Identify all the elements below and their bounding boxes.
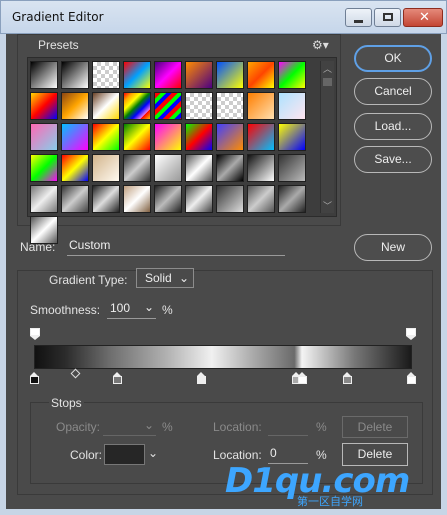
preset-swatch[interactable] <box>154 154 182 182</box>
preset-swatch[interactable] <box>123 185 151 213</box>
watermark-subtitle: 第一区自学网 <box>297 495 363 508</box>
preset-swatch[interactable] <box>216 61 244 89</box>
preset-swatch[interactable] <box>278 123 306 151</box>
preset-swatch[interactable] <box>61 185 89 213</box>
color-stop[interactable] <box>298 372 307 384</box>
maximize-button[interactable] <box>374 8 401 27</box>
close-button[interactable]: ✕ <box>403 8 443 27</box>
preset-swatch[interactable] <box>61 92 89 120</box>
color-location-label: Location: <box>213 448 262 462</box>
chevron-down-icon: ⌄ <box>178 271 189 285</box>
preset-swatch[interactable] <box>278 185 306 213</box>
preset-swatch[interactable] <box>185 61 213 89</box>
preset-swatch[interactable] <box>185 185 213 213</box>
preset-swatch[interactable] <box>185 154 213 182</box>
save-button[interactable]: Save... <box>354 146 432 173</box>
preset-swatch[interactable] <box>30 61 58 89</box>
preset-swatch[interactable] <box>123 123 151 151</box>
color-stop[interactable] <box>343 372 352 384</box>
gradient-preview-bar[interactable] <box>34 345 412 369</box>
color-label: Color: <box>70 448 103 462</box>
gradient-type-label: Gradient Type: <box>49 273 128 287</box>
color-stop[interactable] <box>30 372 39 384</box>
preset-swatch[interactable] <box>247 123 275 151</box>
gradient-type-value: Solid <box>145 271 172 285</box>
opacity-location-label: Location: <box>213 420 262 434</box>
opacity-field: ⌄ <box>103 418 156 436</box>
close-icon: ✕ <box>419 10 430 25</box>
presets-scrollbar[interactable]: ︿ ﹀ <box>320 61 334 213</box>
preset-swatch[interactable] <box>154 123 182 151</box>
preset-swatch[interactable] <box>92 154 120 182</box>
gear-icon[interactable]: ⚙▾ <box>312 38 329 52</box>
preset-swatch[interactable] <box>247 185 275 213</box>
name-field[interactable]: Custom <box>67 238 285 256</box>
smoothness-value: 100 <box>110 301 131 315</box>
preset-swatch[interactable] <box>185 123 213 151</box>
smoothness-label: Smoothness: <box>30 303 101 317</box>
title-bar: Gradient Editor ✕ <box>0 0 447 34</box>
scroll-up-icon: ︿ <box>323 64 333 74</box>
opacity-stop-right[interactable] <box>406 328 416 340</box>
preset-swatch[interactable] <box>30 185 58 213</box>
preset-swatch[interactable] <box>216 123 244 151</box>
cancel-button[interactable]: Cancel <box>354 78 432 105</box>
preset-swatch[interactable] <box>247 61 275 89</box>
preset-swatch[interactable] <box>216 185 244 213</box>
preset-swatch[interactable] <box>278 61 306 89</box>
preset-swatch[interactable] <box>123 154 151 182</box>
scroll-down-icon: ﹀ <box>323 201 333 211</box>
chevron-down-icon: ⌄ <box>143 300 154 314</box>
scroll-thumb <box>323 78 332 86</box>
preset-swatch[interactable] <box>154 92 182 120</box>
presets-list[interactable]: ︿ ﹀ <box>27 57 337 244</box>
smoothness-unit: % <box>162 303 173 317</box>
preset-swatch[interactable] <box>30 123 58 151</box>
load-button[interactable]: Load... <box>354 113 432 140</box>
stops-label: Stops <box>49 396 84 410</box>
preset-swatch[interactable] <box>61 123 89 151</box>
preset-swatch[interactable] <box>185 92 213 120</box>
presets-label: Presets <box>38 38 79 52</box>
preset-swatch[interactable] <box>92 123 120 151</box>
color-location-unit: % <box>316 448 327 462</box>
preset-swatch[interactable] <box>278 92 306 120</box>
chevron-down-icon[interactable]: ⌄ <box>148 446 158 460</box>
chevron-down-icon: ⌄ <box>143 418 154 432</box>
preset-swatch[interactable] <box>123 92 151 120</box>
opacity-location-field <box>268 420 308 436</box>
color-swatch[interactable] <box>104 444 145 465</box>
presets-grid <box>30 61 314 244</box>
preset-swatch[interactable] <box>154 61 182 89</box>
preset-swatch[interactable] <box>154 185 182 213</box>
opacity-stop-left[interactable] <box>30 328 40 340</box>
preset-swatch[interactable] <box>30 154 58 182</box>
preset-swatch[interactable] <box>216 154 244 182</box>
preset-swatch[interactable] <box>92 92 120 120</box>
smoothness-field[interactable]: 100 ⌄ <box>107 300 156 319</box>
color-stop[interactable] <box>197 372 206 384</box>
preset-swatch[interactable] <box>216 92 244 120</box>
preset-swatch[interactable] <box>92 185 120 213</box>
minimize-button[interactable] <box>345 8 372 27</box>
opacity-location-unit: % <box>316 420 327 434</box>
ok-button[interactable]: OK <box>354 45 432 72</box>
opacity-unit: % <box>162 420 173 434</box>
delete-opacity-stop-button: Delete <box>342 416 408 438</box>
preset-swatch[interactable] <box>30 92 58 120</box>
color-stop[interactable] <box>407 372 416 384</box>
new-button[interactable]: New <box>354 234 432 261</box>
preset-swatch[interactable] <box>61 154 89 182</box>
preset-swatch[interactable] <box>247 154 275 182</box>
color-stop[interactable] <box>113 372 122 384</box>
name-label: Name: <box>20 240 56 254</box>
opacity-label: Opacity: <box>56 420 101 434</box>
preset-swatch[interactable] <box>123 61 151 89</box>
gradient-type-select[interactable]: Solid ⌄ <box>136 268 194 288</box>
preset-swatch[interactable] <box>278 154 306 182</box>
preset-swatch[interactable] <box>92 61 120 89</box>
preset-swatch[interactable] <box>61 61 89 89</box>
preset-swatch[interactable] <box>247 92 275 120</box>
window-title: Gradient Editor <box>12 10 104 24</box>
